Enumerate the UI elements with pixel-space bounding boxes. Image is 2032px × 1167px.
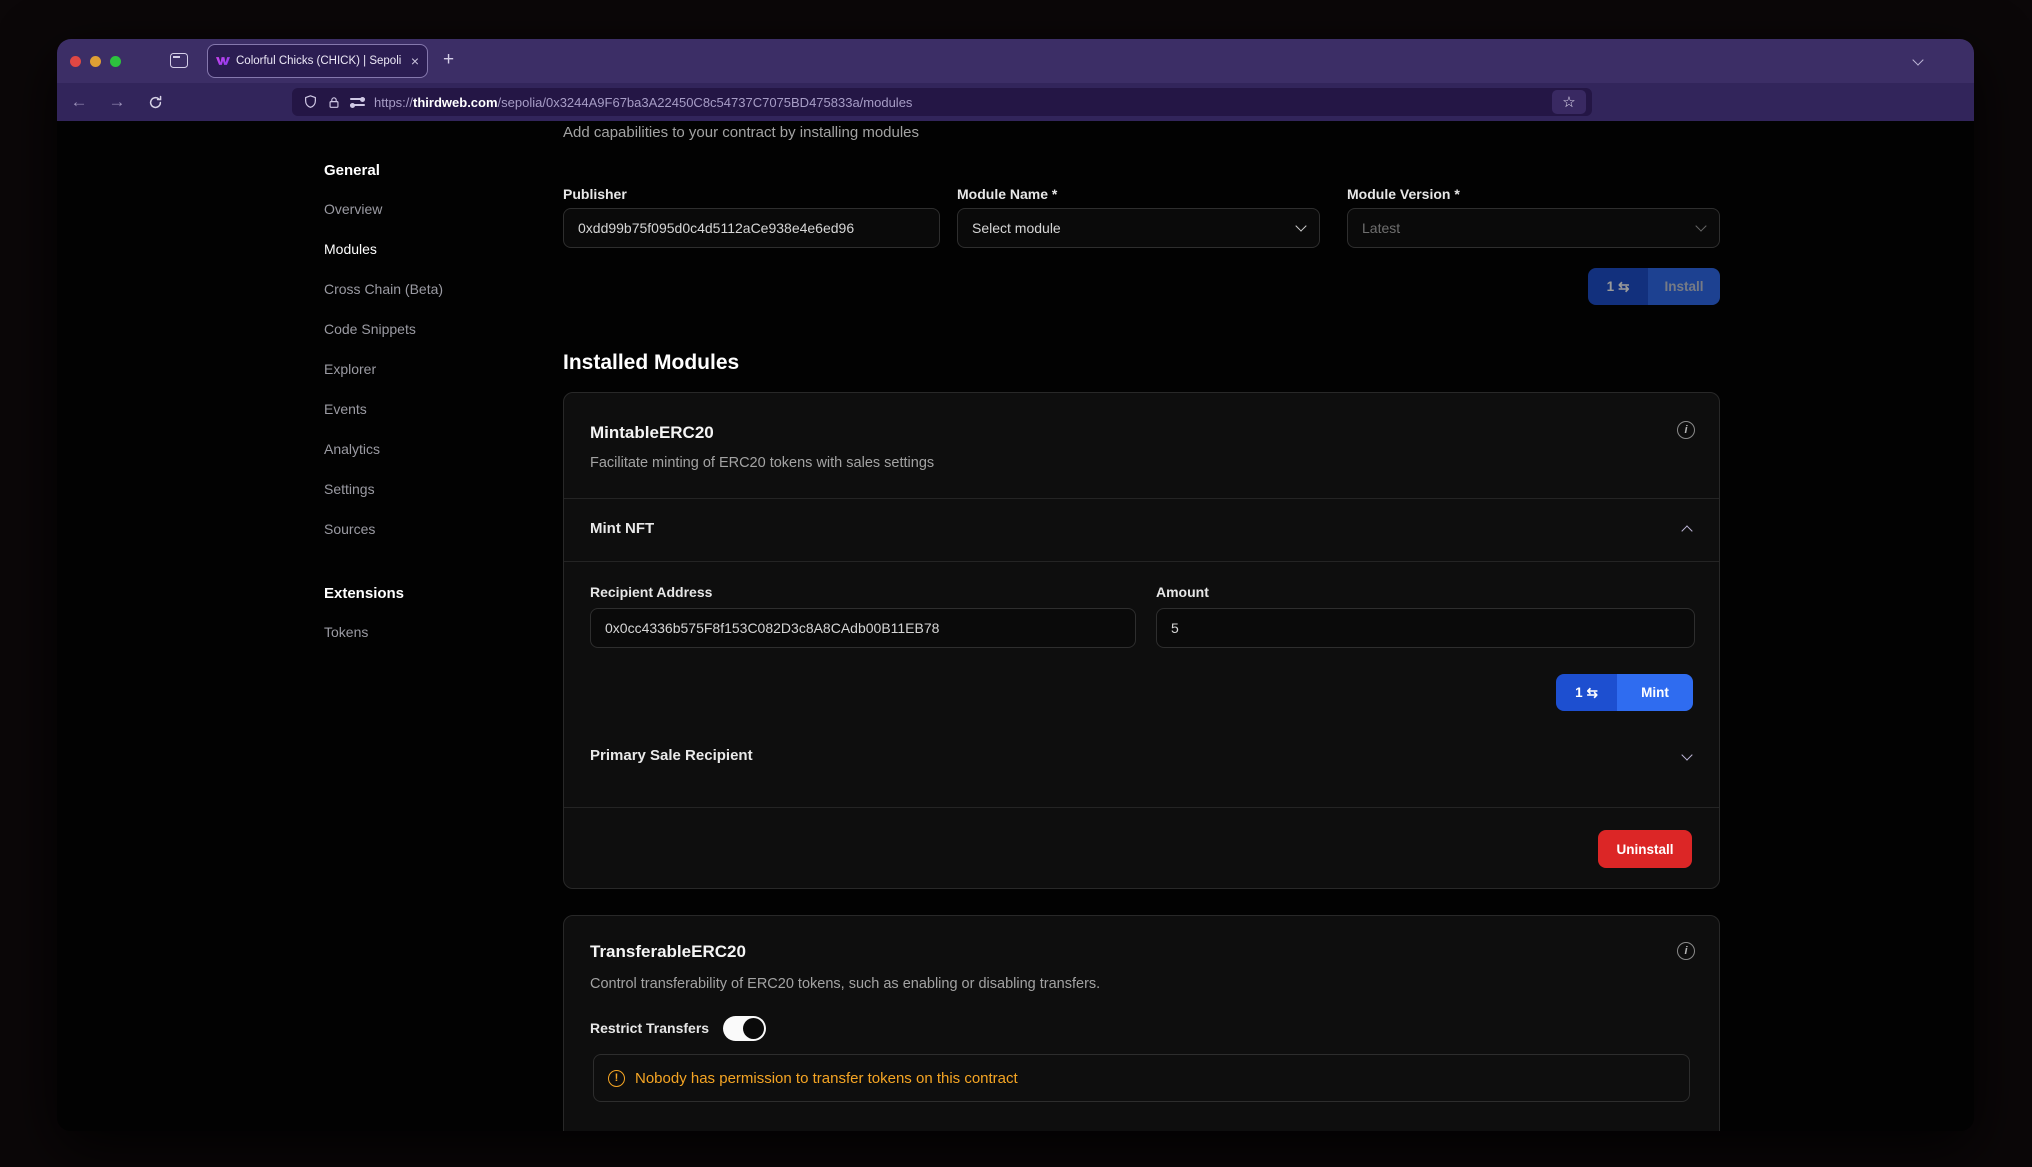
mint-nft-section-header[interactable]: Mint NFT bbox=[590, 520, 654, 537]
install-tx-count: 1⇆ bbox=[1588, 268, 1648, 305]
bookmark-star-button[interactable]: ☆ bbox=[1552, 90, 1586, 114]
sidebar-heading-extensions: Extensions bbox=[324, 584, 404, 604]
sidebar-item-cross-chain[interactable]: Cross Chain (Beta) bbox=[324, 279, 443, 299]
toggle-thumb bbox=[743, 1018, 764, 1039]
url-domain: thirdweb.com bbox=[413, 95, 498, 110]
permissions-toggles-icon[interactable] bbox=[350, 96, 365, 108]
tab-overflow-chevron-icon[interactable] bbox=[1912, 54, 1923, 65]
page-content: General Overview Modules Cross Chain (Be… bbox=[57, 121, 1974, 1131]
url-path: /sepolia/0x3244A9F67ba3A22450C8c54737C70… bbox=[498, 95, 913, 110]
back-button[interactable]: ← bbox=[65, 83, 93, 121]
publisher-label: Publisher bbox=[563, 184, 627, 204]
browser-window: Colorful Chicks (CHICK) | Sepoli × + ← → bbox=[57, 39, 1974, 1131]
chevron-up-icon[interactable] bbox=[1681, 525, 1692, 536]
divider bbox=[564, 807, 1719, 808]
permission-warning: ! Nobody has permission to transfer toke… bbox=[593, 1054, 1690, 1102]
sidebar-item-explorer[interactable]: Explorer bbox=[324, 359, 376, 379]
chevron-down-icon bbox=[1695, 220, 1706, 231]
info-icon[interactable]: i bbox=[1677, 942, 1695, 960]
tab-bar: Colorful Chicks (CHICK) | Sepoli × + bbox=[57, 39, 1974, 83]
sidebar-item-tokens[interactable]: Tokens bbox=[324, 622, 368, 642]
sidebar-item-sources[interactable]: Sources bbox=[324, 519, 375, 539]
mint-button[interactable]: 1⇆ Mint bbox=[1556, 674, 1693, 711]
module-name-value: Select module bbox=[972, 220, 1061, 236]
module-name-select[interactable]: Select module bbox=[957, 208, 1320, 248]
warning-text: Nobody has permission to transfer tokens… bbox=[635, 1070, 1018, 1087]
shield-icon[interactable] bbox=[303, 94, 318, 110]
close-tab-icon[interactable]: × bbox=[411, 54, 419, 68]
recipient-address-input[interactable] bbox=[590, 608, 1136, 648]
sidebar-item-analytics[interactable]: Analytics bbox=[324, 439, 380, 459]
module-card-transferable-erc20: TransferableERC20 i Control transferabil… bbox=[563, 915, 1720, 1131]
navigation-toolbar: ← → https://thirdweb.com/sepolia/0x3244A… bbox=[57, 83, 1974, 121]
sidebar-item-overview[interactable]: Overview bbox=[324, 199, 382, 219]
module-name: MintableERC20 bbox=[590, 423, 714, 443]
module-version-select[interactable]: Latest bbox=[1347, 208, 1720, 248]
window-zoom-button[interactable] bbox=[110, 56, 121, 67]
sidebar-item-modules[interactable]: Modules bbox=[324, 239, 377, 259]
star-icon: ☆ bbox=[1562, 95, 1575, 110]
sidebar-item-code-snippets[interactable]: Code Snippets bbox=[324, 319, 416, 339]
url-text: https://thirdweb.com/sepolia/0x3244A9F67… bbox=[374, 95, 1543, 110]
module-name: TransferableERC20 bbox=[590, 942, 746, 962]
amount-label: Amount bbox=[1156, 583, 1209, 601]
mint-tx-count: 1⇆ bbox=[1556, 674, 1617, 711]
swap-arrows-icon: ⇆ bbox=[1587, 685, 1598, 701]
modules-intro-text: Add capabilities to your contract by ins… bbox=[563, 124, 919, 141]
thirdweb-favicon-icon bbox=[216, 54, 230, 68]
forward-button[interactable]: → bbox=[103, 83, 131, 121]
reload-button[interactable] bbox=[141, 83, 169, 121]
install-button-label: Install bbox=[1648, 268, 1720, 305]
swap-arrows-icon: ⇆ bbox=[1618, 279, 1629, 295]
install-button[interactable]: 1⇆ Install bbox=[1588, 268, 1720, 305]
new-tab-button[interactable]: + bbox=[443, 49, 454, 71]
firefox-view-icon[interactable] bbox=[170, 53, 188, 68]
module-description: Control transferability of ERC20 tokens,… bbox=[590, 976, 1100, 992]
restrict-transfers-label: Restrict Transfers bbox=[590, 1019, 709, 1037]
module-description: Facilitate minting of ERC20 tokens with … bbox=[590, 455, 934, 471]
mint-button-label: Mint bbox=[1617, 674, 1693, 711]
module-name-label: Module Name * bbox=[957, 184, 1057, 204]
chevron-down-icon[interactable] bbox=[1681, 749, 1692, 760]
uninstall-button[interactable]: Uninstall bbox=[1598, 830, 1692, 868]
recipient-address-label: Recipient Address bbox=[590, 583, 712, 601]
module-card-mintable-erc20: MintableERC20 i Facilitate minting of ER… bbox=[563, 392, 1720, 889]
module-version-value: Latest bbox=[1362, 220, 1400, 236]
installed-modules-heading: Installed Modules bbox=[563, 351, 739, 375]
window-close-button[interactable] bbox=[70, 56, 81, 67]
amount-input[interactable] bbox=[1156, 608, 1695, 648]
alert-circle-icon: ! bbox=[608, 1070, 625, 1087]
window-controls bbox=[70, 56, 121, 67]
screenshot-root: Colorful Chicks (CHICK) | Sepoli × + ← → bbox=[0, 0, 2032, 1167]
chevron-down-icon bbox=[1295, 220, 1306, 231]
tab-title: Colorful Chicks (CHICK) | Sepoli bbox=[236, 55, 405, 67]
module-version-label: Module Version * bbox=[1347, 184, 1460, 204]
divider bbox=[564, 498, 1719, 499]
primary-sale-recipient-section-header[interactable]: Primary Sale Recipient bbox=[590, 747, 753, 764]
address-bar[interactable]: https://thirdweb.com/sepolia/0x3244A9F67… bbox=[292, 88, 1592, 116]
browser-tab[interactable]: Colorful Chicks (CHICK) | Sepoli × bbox=[207, 44, 428, 78]
sidebar-item-events[interactable]: Events bbox=[324, 399, 367, 419]
url-scheme: https:// bbox=[374, 95, 413, 110]
divider bbox=[564, 561, 1719, 562]
info-icon[interactable]: i bbox=[1677, 421, 1695, 439]
publisher-input[interactable] bbox=[563, 208, 940, 248]
lock-icon[interactable] bbox=[327, 95, 341, 110]
window-minimize-button[interactable] bbox=[90, 56, 101, 67]
sidebar-item-settings[interactable]: Settings bbox=[324, 479, 375, 499]
sidebar-heading-general: General bbox=[324, 161, 380, 181]
restrict-transfers-toggle[interactable] bbox=[723, 1016, 766, 1041]
